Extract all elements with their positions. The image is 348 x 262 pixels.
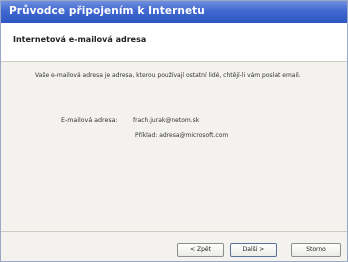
title-bar[interactable]: Průvodce připojením k Internetu — [1, 1, 347, 23]
email-label: E-mailová adresa: — [61, 117, 118, 124]
wizard-window: Průvodce připojením k Internetu Internet… — [0, 0, 348, 262]
back-button[interactable]: < Zpět — [177, 243, 224, 257]
email-field[interactable] — [133, 114, 283, 126]
window-title: Průvodce připojením k Internetu — [9, 5, 205, 17]
description-text: Vaše e-mailová adresa je adresa, kterou … — [35, 72, 301, 79]
cancel-button[interactable]: Storno — [291, 243, 341, 257]
example-text: Příklad: adresa@microsoft.com — [135, 132, 229, 139]
content-area: Vaše e-mailová adresa je adresa, kterou … — [1, 62, 347, 232]
next-button[interactable]: Další > — [230, 243, 277, 257]
page-title: Internetová e-mailová adresa — [13, 35, 147, 44]
page-header: Internetová e-mailová adresa — [1, 23, 347, 62]
footer-divider — [1, 231, 347, 232]
